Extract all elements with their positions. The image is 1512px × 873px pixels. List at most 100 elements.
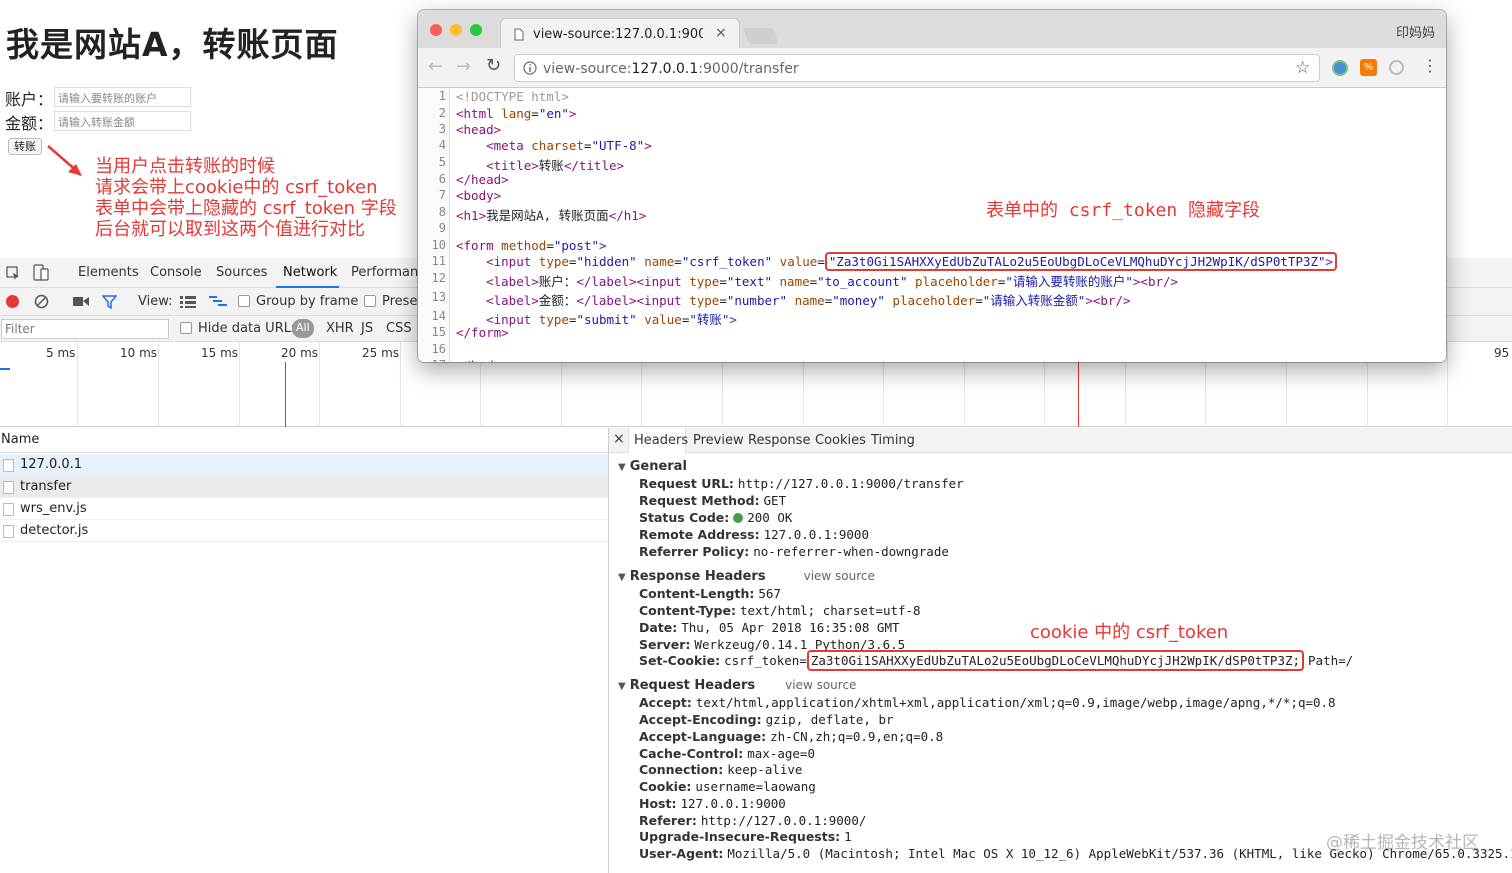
line-number: 11 xyxy=(431,254,446,268)
minimize-window-icon[interactable] xyxy=(450,24,462,36)
line-number: 2 xyxy=(438,106,446,120)
tick-label: 10 ms xyxy=(120,346,158,360)
response-headers-section[interactable]: ▼ Response Headers view source xyxy=(618,569,875,584)
waterfall-icon[interactable] xyxy=(209,295,227,308)
tab-title: view-source:127.0.0.1:9000/tra xyxy=(533,27,703,42)
line-number: 6 xyxy=(438,172,446,186)
section-title: Request Headers xyxy=(629,678,756,693)
forward-icon[interactable]: → xyxy=(456,56,471,77)
info-icon[interactable] xyxy=(523,61,537,75)
general-section-header[interactable]: ▼ General xyxy=(618,459,687,474)
browser-window: view-source:127.0.0.1:9000/tra × 印妈妈 ← →… xyxy=(418,10,1446,362)
source-line: <head> xyxy=(456,122,502,137)
line-number: 16 xyxy=(431,342,446,356)
close-window-icon[interactable] xyxy=(430,24,442,36)
detail-tab-preview[interactable]: Preview xyxy=(693,433,744,448)
transfer-submit-button[interactable]: 转账 xyxy=(8,138,42,155)
tab-elements[interactable]: Elements xyxy=(78,265,139,280)
section-title: General xyxy=(629,459,687,474)
header-row: Request URL: http://127.0.0.1:9000/trans… xyxy=(639,476,964,492)
extension-translate-icon[interactable]: % xyxy=(1360,59,1377,76)
browser-tab[interactable]: view-source:127.0.0.1:9000/tra × xyxy=(500,18,740,48)
view-source-link[interactable]: view source xyxy=(804,569,875,583)
url-bar[interactable]: view-source:127.0.0.1:9000/transfer ☆ xyxy=(514,54,1320,82)
amount-input[interactable]: 请输入转账金额 xyxy=(54,111,191,131)
url-text: view-source:127.0.0.1:9000/transfer xyxy=(543,61,799,77)
extension-globe-icon[interactable] xyxy=(1332,60,1348,76)
header-key: Date: xyxy=(639,620,678,635)
request-row[interactable]: detector.js xyxy=(0,520,608,542)
device-toolbar-icon[interactable] xyxy=(33,264,49,282)
view-source-link[interactable]: view source xyxy=(785,678,856,692)
request-row[interactable]: wrs_env.js xyxy=(0,498,608,520)
request-headers-section[interactable]: ▼ Request Headers view source xyxy=(618,678,856,693)
all-filter-badge[interactable]: All xyxy=(292,319,314,338)
request-name: transfer xyxy=(20,479,72,494)
hide-data-urls-label: Hide data URLs xyxy=(198,321,298,336)
header-row: Cache-Control: max-age=0 xyxy=(639,746,815,762)
extension-search-icon[interactable] xyxy=(1389,60,1404,75)
panel-splitter[interactable] xyxy=(608,428,609,873)
detail-tab-cookies[interactable]: Cookies xyxy=(815,433,866,448)
request-name: detector.js xyxy=(20,523,89,538)
xhr-filter[interactable]: XHR xyxy=(326,321,354,336)
profile-name[interactable]: 印妈妈 xyxy=(1396,22,1435,41)
large-rows-icon[interactable] xyxy=(180,295,196,308)
header-value: keep-alive xyxy=(727,762,803,777)
header-value: http://127.0.0.1:9000/ xyxy=(700,813,867,828)
account-input[interactable]: 请输入要转账的账户 xyxy=(54,87,191,107)
line-number: 14 xyxy=(431,309,446,323)
close-details-icon[interactable]: × xyxy=(613,431,625,447)
close-tab-icon[interactable]: × xyxy=(715,25,727,41)
tick-label: 5 ms xyxy=(46,346,76,360)
source-line: <form method="post"> xyxy=(456,238,607,253)
tab-network[interactable]: Network xyxy=(283,265,337,280)
filter-icon[interactable] xyxy=(102,295,117,309)
tab-console[interactable]: Console xyxy=(150,265,202,280)
header-key: Referrer Policy: xyxy=(639,544,750,559)
clear-icon[interactable] xyxy=(34,294,49,309)
menu-kebab-icon[interactable]: ⋮ xyxy=(1422,56,1438,75)
detail-tab-response[interactable]: Response xyxy=(748,433,810,448)
header-value: username=laowang xyxy=(695,779,816,794)
line-number: 8 xyxy=(438,205,446,219)
cookie-csrf-annotation: cookie 中的 csrf_token xyxy=(1028,618,1231,644)
preserve-log-checkbox[interactable] xyxy=(364,295,376,307)
name-column-header[interactable]: Name xyxy=(0,428,608,453)
tab-sources[interactable]: Sources xyxy=(216,265,267,280)
request-row[interactable]: 127.0.0.1 xyxy=(0,454,608,476)
capture-screenshots-icon[interactable] xyxy=(73,296,89,307)
group-by-frame-checkbox[interactable] xyxy=(238,295,250,307)
header-row: Remote Address: 127.0.0.1:9000 xyxy=(639,527,869,543)
dom-content-loaded-marker xyxy=(285,362,286,427)
header-key: Host: xyxy=(639,796,677,811)
back-icon[interactable]: ← xyxy=(428,56,443,77)
header-key: Upgrade-Insecure-Requests: xyxy=(639,829,841,844)
maximize-window-icon[interactable] xyxy=(470,24,482,36)
reload-icon[interactable]: ↻ xyxy=(486,55,501,76)
inspect-element-icon[interactable] xyxy=(6,266,20,280)
filter-input[interactable]: Filter xyxy=(1,319,169,339)
detail-tab-headers[interactable]: Headers xyxy=(634,433,688,448)
header-value: 567 xyxy=(758,586,781,601)
source-line: <meta charset="UTF-8"> xyxy=(486,138,652,153)
hide-data-urls-checkbox[interactable] xyxy=(180,322,192,334)
new-tab-button[interactable] xyxy=(743,28,779,44)
css-filter[interactable]: CSS xyxy=(386,321,412,336)
request-row[interactable]: transfer xyxy=(0,476,608,498)
arrow-annotation: 当用户点击转账的时候 请求会带上cookie中的 csrf_token 表单中会… xyxy=(95,156,397,240)
request-bar xyxy=(0,368,10,370)
amount-label: 金额： xyxy=(5,114,54,133)
line-number: 15 xyxy=(431,325,446,339)
bookmark-star-icon[interactable]: ☆ xyxy=(1295,58,1310,78)
record-icon[interactable] xyxy=(6,295,19,308)
watermark: @稀土掘金技术社区 xyxy=(1326,833,1479,853)
tick-gridline xyxy=(77,342,78,427)
detail-tab-timing[interactable]: Timing xyxy=(871,433,915,448)
request-name: 127.0.0.1 xyxy=(20,457,83,472)
annotation-line: 后台就可以取到这两个值进行对比 xyxy=(95,219,365,240)
js-filter[interactable]: JS xyxy=(361,321,373,336)
view-source-code: 1 2 3 4 5 6 7 8 9 10 11 12 13 14 15 16 1… xyxy=(418,88,1446,362)
section-title: Response Headers xyxy=(629,569,766,584)
header-row: Content-Length: 567 xyxy=(639,586,781,602)
